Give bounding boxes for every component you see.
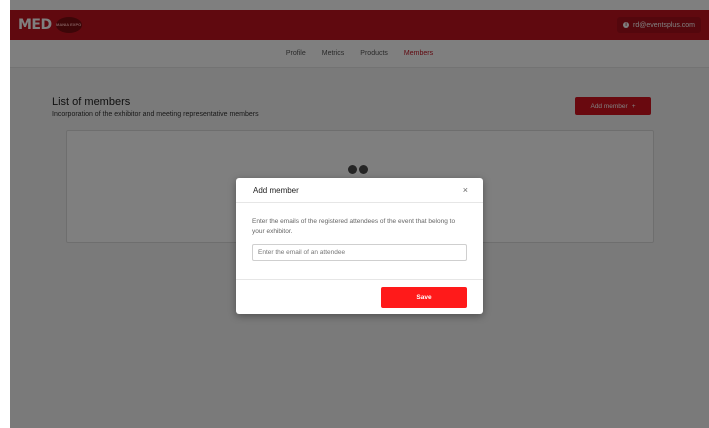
- save-button[interactable]: Save: [381, 286, 467, 308]
- email-input[interactable]: [252, 244, 467, 261]
- dialog-body: Enter the emails of the registered atten…: [236, 203, 483, 280]
- dialog-title: Add member: [253, 185, 299, 195]
- dialog-footer: Save: [236, 280, 483, 314]
- dialog-header: Add member ×: [236, 178, 483, 203]
- close-icon[interactable]: ×: [463, 185, 468, 195]
- left-edge-strip: [0, 0, 10, 428]
- add-member-dialog: Add member × Enter the emails of the reg…: [236, 178, 483, 314]
- dialog-description: Enter the emails of the registered atten…: [252, 218, 456, 235]
